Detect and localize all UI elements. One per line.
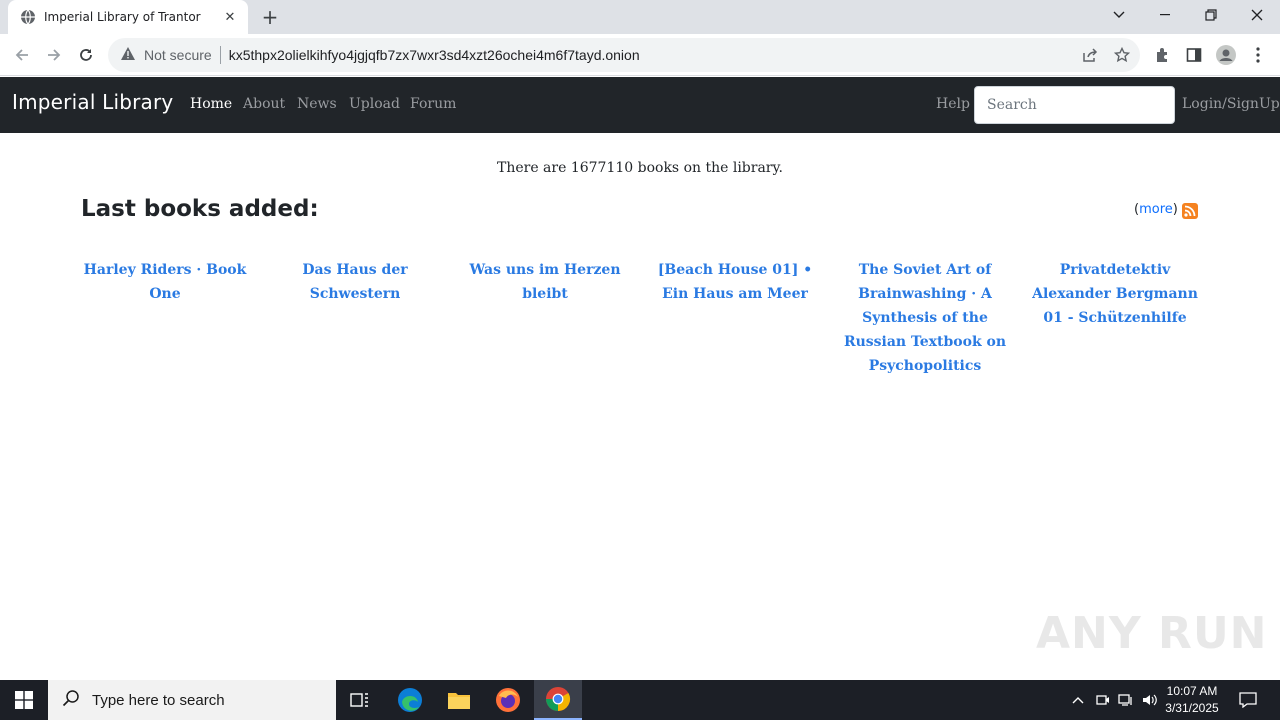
browser-toolbar: Not secure kx5thpx2olielkihfyo4jgjqfb7zx… — [0, 34, 1280, 76]
tab-search-chevron-icon[interactable] — [1096, 0, 1142, 30]
firefox-icon[interactable] — [484, 680, 532, 720]
globe-icon — [20, 9, 36, 25]
forward-arrow-icon[interactable] — [40, 41, 68, 69]
taskbar-search-box[interactable]: Type here to search — [48, 680, 336, 720]
omnibox-divider — [219, 46, 221, 64]
more-close-paren: ) — [1172, 202, 1178, 217]
browser-tab-strip: Imperial Library of Trantor ✕ + — [0, 0, 1280, 34]
site-search-input[interactable] — [974, 86, 1175, 124]
profile-avatar-icon[interactable] — [1216, 45, 1236, 65]
bookmark-star-icon[interactable] — [1113, 46, 1131, 64]
browser-tab[interactable]: Imperial Library of Trantor ✕ — [8, 0, 248, 34]
new-tab-button[interactable]: + — [258, 5, 282, 29]
taskbar-search-placeholder: Type here to search — [92, 691, 225, 709]
tab-title: Imperial Library of Trantor — [44, 10, 201, 24]
login-signup-link[interactable]: Login/SignUp — [1182, 96, 1280, 112]
close-window-button[interactable] — [1234, 0, 1280, 30]
book-link[interactable]: [Beach House 01] • Ein Haus am Meer — [651, 258, 819, 306]
side-panel-icon[interactable] — [1184, 45, 1204, 65]
book-link[interactable]: Harley Riders · Book One — [81, 258, 249, 306]
site-brand-link[interactable]: Imperial Library — [12, 90, 173, 114]
book-link[interactable]: Das Haus der Schwestern — [271, 258, 439, 306]
book-link[interactable]: Was uns im Herzen bleibt — [461, 258, 629, 306]
clock-date: 3/31/2025 — [1165, 701, 1219, 715]
extensions-puzzle-icon[interactable] — [1152, 45, 1172, 65]
back-arrow-icon[interactable] — [8, 41, 36, 69]
edge-browser-icon[interactable] — [386, 680, 434, 720]
windows-taskbar: Type here to search 10:07 AM 3/31/2025 — [0, 680, 1280, 720]
minimize-button[interactable] — [1142, 0, 1188, 30]
system-clock[interactable]: 10:07 AM 3/31/2025 — [1160, 683, 1224, 717]
address-bar[interactable]: Not secure kx5thpx2olielkihfyo4jgjqfb7zx… — [108, 38, 1140, 72]
nav-news[interactable]: News — [297, 96, 337, 112]
notifications-icon[interactable] — [1238, 690, 1258, 710]
chrome-icon[interactable] — [534, 680, 582, 720]
site-navbar: Imperial Library Home About News Upload … — [0, 77, 1280, 133]
share-icon[interactable] — [1081, 46, 1099, 64]
nav-about[interactable]: About — [243, 96, 285, 112]
book-link[interactable]: The Soviet Art of Brainwashing · A Synth… — [841, 258, 1009, 378]
chrome-menu-icon[interactable] — [1248, 45, 1268, 65]
meet-now-icon[interactable] — [1093, 690, 1113, 710]
nav-home[interactable]: Home — [190, 96, 232, 112]
warning-icon[interactable] — [120, 46, 136, 65]
security-label[interactable]: Not secure — [144, 47, 212, 63]
nav-help[interactable]: Help — [936, 96, 970, 112]
close-tab-icon[interactable]: ✕ — [222, 9, 238, 25]
clock-time: 10:07 AM — [1166, 684, 1218, 698]
chevron-up-icon[interactable] — [1068, 690, 1088, 710]
windows-start-icon[interactable] — [0, 680, 48, 720]
nav-upload[interactable]: Upload — [349, 96, 400, 112]
network-icon[interactable] — [1116, 690, 1136, 710]
file-explorer-icon[interactable] — [435, 680, 483, 720]
nav-forum[interactable]: Forum — [410, 96, 456, 112]
anyrun-watermark: ANY RUN — [1036, 608, 1268, 659]
more-link[interactable]: more — [1139, 202, 1173, 217]
url-text[interactable]: kx5thpx2olielkihfyo4jgjqfb7zx7wxr3sd4xzt… — [229, 47, 640, 63]
section-title: Last books added: — [81, 196, 319, 222]
task-view-icon[interactable] — [336, 680, 384, 720]
rss-feed-icon[interactable] — [1182, 203, 1198, 219]
search-icon — [62, 689, 80, 711]
restore-button[interactable] — [1188, 0, 1234, 30]
book-count-text: There are 1677110 books on the library. — [496, 160, 783, 176]
more-link-wrapper: (more) — [1134, 202, 1178, 217]
volume-icon[interactable] — [1140, 690, 1160, 710]
book-link[interactable]: Privatdetektiv Alexander Bergmann 01 - S… — [1031, 258, 1199, 330]
reload-icon[interactable] — [72, 41, 100, 69]
